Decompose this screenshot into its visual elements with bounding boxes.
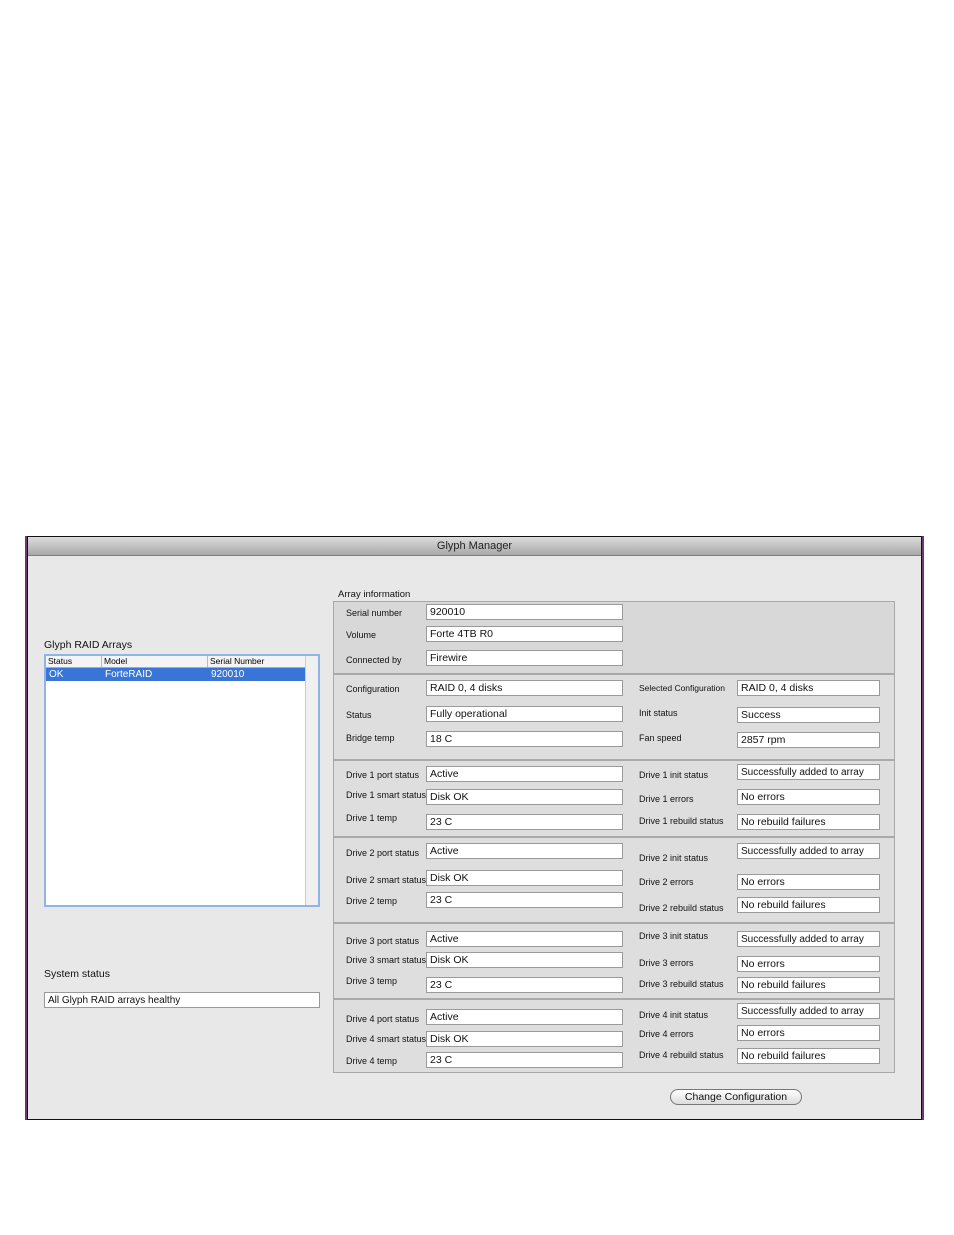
drive-4-init-status-field: Successfully added to array (737, 1003, 880, 1019)
column-model[interactable]: Model (102, 656, 208, 667)
drive-3-errors-field: No errors (737, 956, 880, 972)
drive-2-rebuild-status-field: No rebuild failures (737, 897, 880, 913)
drive-1-port-status-field: Active (426, 766, 623, 782)
row-status: OK (49, 669, 64, 680)
selected-configuration-label: Selected Configuration (639, 683, 726, 693)
drive-2-port-status-field: Active (426, 843, 623, 859)
window-title: Glyph Manager (28, 537, 921, 556)
serial-number-field: 920010 (426, 604, 623, 620)
drive-3-init-status-label: Drive 3 init status (639, 931, 709, 941)
column-serial-number[interactable]: Serial Number (208, 656, 307, 667)
drive-4-rebuild-status-label: Drive 4 rebuild status (639, 1050, 724, 1060)
drive-2-init-status-label: Drive 2 init status (639, 853, 709, 863)
drive-1-temp-label: Drive 1 temp (346, 813, 398, 823)
init-status-label: Init status (639, 708, 678, 718)
drive-1-errors-label: Drive 1 errors (639, 794, 694, 804)
drive-2-temp-label: Drive 2 temp (346, 896, 398, 906)
drive-4-errors-field: No errors (737, 1025, 880, 1041)
connected-by-label: Connected by (346, 655, 402, 665)
drive-1-rebuild-status-label: Drive 1 rebuild status (639, 816, 724, 826)
status-field: Fully operational (426, 706, 623, 722)
status-label: Status (346, 710, 372, 720)
drive-1-init-status-field: Successfully added to array (737, 764, 880, 780)
drive-2-temp-field: 23 C (426, 892, 623, 908)
system-status-field: All Glyph RAID arrays healthy (44, 992, 320, 1008)
drive-3-temp-field: 23 C (426, 977, 623, 993)
selected-configuration-field: RAID 0, 4 disks (737, 680, 880, 696)
configuration-field: RAID 0, 4 disks (426, 680, 623, 696)
drive-3-init-status-field: Successfully added to array (737, 931, 880, 947)
drive-3-port-status-label: Drive 3 port status (346, 936, 420, 946)
column-status[interactable]: Status (46, 656, 102, 667)
drive-3-smart-status-field: Disk OK (426, 952, 623, 968)
drive-4-port-status-label: Drive 4 port status (346, 1014, 420, 1024)
drive-4-rebuild-status-field: No rebuild failures (737, 1048, 880, 1064)
drive-3-rebuild-status-field: No rebuild failures (737, 977, 880, 993)
table-row[interactable]: OK ForteRAID 920010 (46, 668, 305, 681)
drive-2-errors-label: Drive 2 errors (639, 877, 694, 887)
drive-3-port-status-field: Active (426, 931, 623, 947)
drive-1-rebuild-status-field: No rebuild failures (737, 814, 880, 830)
drive-4-errors-label: Drive 4 errors (639, 1029, 694, 1039)
volume-field: Forte 4TB R0 (426, 626, 623, 642)
drive-1-port-status-label: Drive 1 port status (346, 770, 420, 780)
arrays-list-header: Status Model Serial Number (46, 656, 305, 668)
bridge-temp-field: 18 C (426, 731, 623, 747)
drive-1-errors-field: No errors (737, 789, 880, 805)
drive-4-temp-label: Drive 4 temp (346, 1056, 398, 1066)
fan-speed-label: Fan speed (639, 733, 682, 743)
drive-3-smart-status-label: Drive 3 smart status (346, 955, 427, 965)
init-status-field: Success (737, 707, 880, 723)
drive-4-port-status-field: Active (426, 1009, 623, 1025)
drive-2-port-status-label: Drive 2 port status (346, 848, 420, 858)
drive-2-rebuild-status-label: Drive 2 rebuild status (639, 903, 724, 913)
drive-4-smart-status-field: Disk OK (426, 1031, 623, 1047)
drive-3-rebuild-status-label: Drive 3 rebuild status (639, 979, 724, 989)
serial-number-label: Serial number (346, 608, 403, 618)
arrays-list-scrollbar[interactable] (305, 656, 318, 905)
row-model: ForteRAID (105, 669, 153, 680)
change-configuration-button[interactable]: Change Configuration (670, 1089, 802, 1105)
drive-2-smart-status-field: Disk OK (426, 870, 623, 886)
fan-speed-field: 2857 rpm (737, 732, 880, 748)
arrays-heading: Glyph RAID Arrays (44, 639, 133, 651)
drive-1-smart-status-label: Drive 1 smart status (346, 790, 427, 800)
arrays-list[interactable]: Status Model Serial Number OK ForteRAID … (44, 654, 320, 907)
drive-3-temp-label: Drive 3 temp (346, 976, 398, 986)
connected-by-field: Firewire (426, 650, 623, 666)
configuration-label: Configuration (346, 684, 400, 694)
drive-2-smart-status-label: Drive 2 smart status (346, 875, 427, 885)
volume-label: Volume (346, 630, 377, 640)
system-status-heading: System status (44, 968, 110, 980)
row-serial: 920010 (211, 669, 245, 680)
drive-4-temp-field: 23 C (426, 1052, 623, 1068)
glyph-manager-window: Glyph Manager Glyph RAID Arrays Status M… (27, 536, 922, 1120)
bridge-temp-label: Bridge temp (346, 733, 395, 743)
drive-3-errors-label: Drive 3 errors (639, 958, 694, 968)
drive-2-init-status-field: Successfully added to array (737, 843, 880, 859)
drive-1-init-status-label: Drive 1 init status (639, 770, 709, 780)
drive-4-init-status-label: Drive 4 init status (639, 1010, 709, 1020)
drive-2-errors-field: No errors (737, 874, 880, 890)
drive-1-temp-field: 23 C (426, 814, 623, 830)
array-information-heading: Array information (338, 589, 411, 600)
drive-1-smart-status-field: Disk OK (426, 789, 623, 805)
drive-4-smart-status-label: Drive 4 smart status (346, 1034, 427, 1044)
